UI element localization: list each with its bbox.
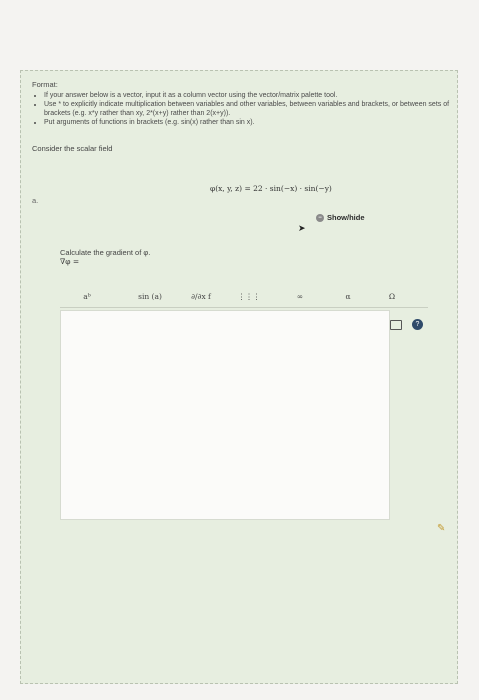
power-button[interactable]: aᵇ — [72, 287, 102, 305]
format-bullet: Use * to explicitly indicate multiplicat… — [44, 100, 452, 118]
sin-button[interactable]: sin (a) — [130, 287, 170, 305]
instruction-text: Calculate the gradient of φ. — [60, 248, 151, 257]
format-list: If your answer below is a vector, input … — [32, 91, 452, 127]
alpha-button[interactable]: α — [336, 287, 360, 305]
minus-icon: − — [316, 213, 324, 222]
format-bullet: Put arguments of functions in brackets (… — [44, 118, 452, 127]
matrix-button[interactable]: ⋮⋮⋮ — [234, 287, 264, 305]
format-instructions: Format: If your answer below is a vector… — [32, 80, 452, 126]
omega-button[interactable]: Ω — [380, 287, 404, 305]
mouse-cursor-icon: ➤ — [298, 223, 306, 233]
help-icon[interactable]: ? — [412, 319, 423, 330]
format-title: Format: — [32, 80, 58, 89]
math-palette: aᵇ sin (a) ∂/∂x f ⋮⋮⋮ ∞ α Ω — [60, 287, 428, 308]
pen-mark-icon: ✎ — [437, 523, 446, 534]
question-intro: Consider the scalar field — [32, 144, 113, 153]
infinity-button[interactable]: ∞ — [288, 287, 312, 305]
show-hide-toggle[interactable]: − Show/hide — [316, 213, 365, 222]
answer-tools: ? — [390, 318, 430, 338]
part-label: a. — [32, 196, 39, 205]
format-bullet: If your answer below is a vector, input … — [44, 91, 452, 100]
keyboard-icon[interactable] — [390, 320, 402, 330]
show-hide-label: Show/hide — [327, 213, 365, 222]
partial-derivative-button[interactable]: ∂/∂x f — [184, 287, 218, 305]
scalar-field-equation: φ(x, y, z) = 22 · sin(−x) · sin(−y) — [210, 184, 332, 193]
answer-input[interactable] — [60, 310, 390, 520]
gradient-label: ∇φ = — [60, 257, 80, 266]
